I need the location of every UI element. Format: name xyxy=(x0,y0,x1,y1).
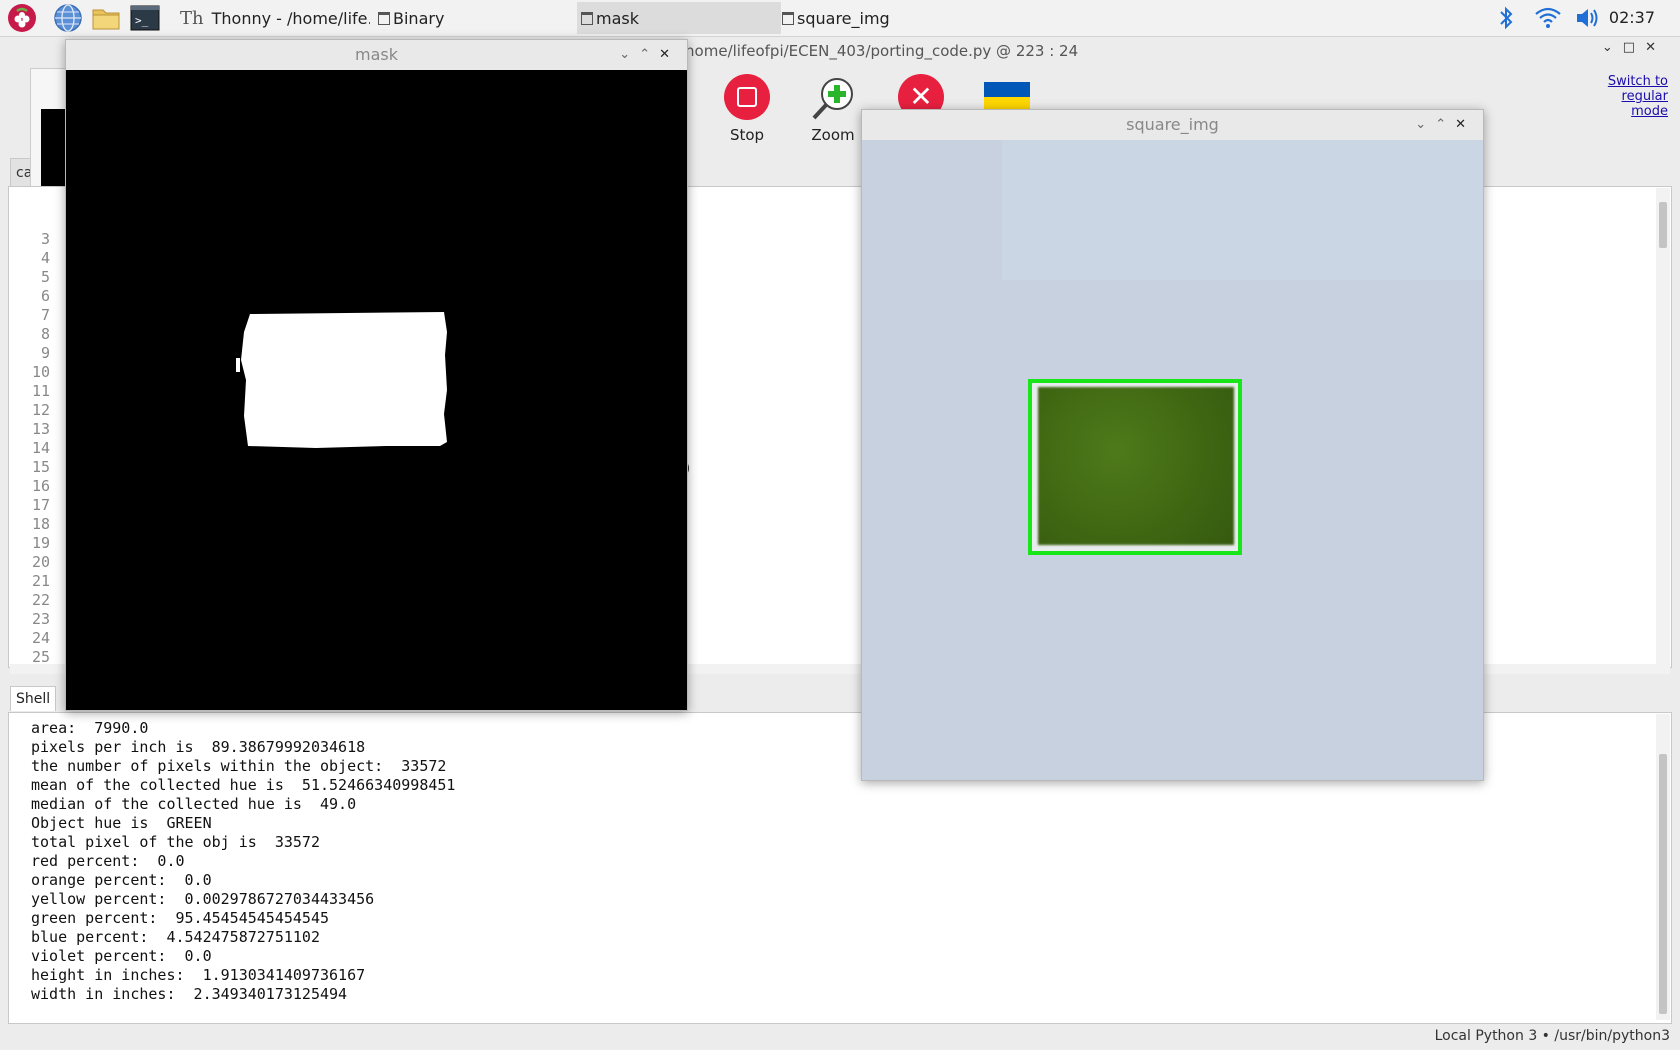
window-icon xyxy=(378,11,390,25)
line-number-gutter: 3 4 5 6 7 8 9 10 11 12 13 14 15 16 17 18 19 20 21 22 23 24 25 xyxy=(30,230,50,667)
task-label: mask xyxy=(596,8,639,28)
shell-line: area: 7990.0 xyxy=(31,719,149,737)
task-binary[interactable]: Binary xyxy=(378,2,568,34)
line-number: 12 xyxy=(31,401,50,419)
line-number: 21 xyxy=(31,572,50,590)
line-number: 19 xyxy=(31,534,50,552)
line-number: 5 xyxy=(40,268,50,286)
maximize-icon[interactable]: □ xyxy=(1623,40,1645,55)
square-img-window[interactable]: square_img ⌄⌃✕ xyxy=(861,109,1484,781)
square-img-window-titlebar[interactable]: square_img ⌄⌃✕ xyxy=(862,110,1483,140)
task-square-img[interactable]: square_img xyxy=(782,2,982,34)
line-number: 11 xyxy=(31,382,50,400)
web-browser-icon[interactable] xyxy=(53,3,83,33)
task-mask[interactable]: mask xyxy=(577,2,781,34)
task-label: Binary xyxy=(393,8,445,28)
thonny-window-controls[interactable]: ⌄□✕ xyxy=(1602,40,1666,55)
line-number: 4 xyxy=(40,249,50,267)
scrollbar-thumb[interactable] xyxy=(1659,202,1667,248)
maximize-icon[interactable]: ⌃ xyxy=(1435,117,1455,132)
task-thonny[interactable]: Th Thonny - /home/life... xyxy=(180,2,370,34)
line-number: 13 xyxy=(31,420,50,438)
minimize-icon[interactable]: ⌄ xyxy=(1415,117,1435,132)
stop-button[interactable]: Stop xyxy=(712,74,782,144)
thonny-window-title: /home/lifeofpi/ECEN_403/porting_code.py … xyxy=(680,42,1079,60)
window-icon xyxy=(581,11,593,25)
close-icon[interactable]: ✕ xyxy=(1645,40,1666,55)
mask-window-title: mask xyxy=(355,45,398,64)
detected-object-box xyxy=(1028,379,1242,555)
taskbar: >_ Th Thonny - /home/life... Binary mask… xyxy=(0,0,1680,37)
shell-line: Object hue is GREEN xyxy=(31,814,212,832)
zoom-button[interactable]: Zoom xyxy=(798,74,868,144)
editor-vertical-scrollbar[interactable] xyxy=(1656,188,1670,664)
minimize-icon[interactable]: ⌄ xyxy=(619,47,639,62)
interpreter-status[interactable]: Local Python 3 • /usr/bin/python3 xyxy=(1435,1028,1670,1044)
task-label: square_img xyxy=(797,8,890,28)
square-image xyxy=(862,140,1483,780)
mask-window-titlebar[interactable]: mask ⌄⌃✕ xyxy=(66,40,687,70)
task-label: Thonny - /home/life... xyxy=(211,8,370,28)
line-number: 3 xyxy=(40,230,50,248)
stop-icon xyxy=(724,74,770,120)
line-number: 8 xyxy=(40,325,50,343)
shell-tab[interactable]: Shell xyxy=(10,686,57,711)
file-manager-icon[interactable] xyxy=(91,3,121,33)
raspberry-menu-icon[interactable] xyxy=(7,3,37,33)
line-number: 9 xyxy=(40,344,50,362)
shell-line: blue percent: 4.542475872751102 xyxy=(31,928,320,946)
shell-line: red percent: 0.0 xyxy=(31,852,185,870)
shell-line: total pixel of the obj is 33572 xyxy=(31,833,320,851)
mask-window[interactable]: mask ⌄⌃✕ xyxy=(65,39,688,711)
shell-line: median of the collected hue is 49.0 xyxy=(31,795,357,813)
stop-label: Stop xyxy=(729,126,765,144)
window-icon xyxy=(782,11,794,25)
zoom-icon xyxy=(812,78,853,120)
minimize-icon[interactable]: ⌄ xyxy=(1602,40,1623,55)
svg-text:>_: >_ xyxy=(135,14,149,27)
shell-line: orange percent: 0.0 xyxy=(31,871,212,889)
mask-image xyxy=(66,70,687,710)
line-number: 20 xyxy=(31,553,50,571)
switch-mode-link[interactable]: Switch to regular mode xyxy=(1588,74,1668,119)
wifi-icon[interactable] xyxy=(1533,5,1563,31)
line-number: 10 xyxy=(31,363,50,381)
maximize-icon[interactable]: ⌃ xyxy=(639,47,659,62)
shell-line: pixels per inch is 89.38679992034618 xyxy=(31,738,366,756)
volume-icon[interactable] xyxy=(1574,5,1604,31)
close-icon[interactable]: ✕ xyxy=(1455,117,1475,132)
line-number: 14 xyxy=(31,439,50,457)
shell-line: yellow percent: 0.0029786727034433456 xyxy=(31,890,375,908)
clock[interactable]: 02:37 xyxy=(1609,8,1655,27)
thonny-icon: Th xyxy=(180,7,204,29)
line-number: 7 xyxy=(40,306,50,324)
square-img-window-title: square_img xyxy=(1126,115,1219,134)
shell-line: height in inches: 1.9130341409736167 xyxy=(31,966,366,984)
line-number: 17 xyxy=(31,496,50,514)
shell-line: width in inches: 2.349340173125494 xyxy=(31,985,348,1003)
close-icon[interactable]: ✕ xyxy=(659,47,679,62)
line-number: 6 xyxy=(40,287,50,305)
shell-line: the number of pixels within the object: … xyxy=(31,757,447,775)
shell-line: green percent: 95.45454545454545 xyxy=(31,909,330,927)
image-background-patch xyxy=(1002,140,1483,280)
ukraine-flag-icon[interactable] xyxy=(984,82,1030,112)
shell-line: violet percent: 0.0 xyxy=(31,947,212,965)
line-number: 16 xyxy=(31,477,50,495)
bluetooth-icon[interactable] xyxy=(1496,5,1516,31)
line-number: 15 xyxy=(31,458,50,476)
green-square-object xyxy=(1038,387,1234,545)
mask-white-blob xyxy=(236,312,447,448)
line-number: 18 xyxy=(31,515,50,533)
line-number: 24 xyxy=(31,629,50,647)
line-number: 22 xyxy=(31,591,50,609)
shell-line: mean of the collected hue is 51.52466340… xyxy=(31,776,456,794)
shell-output: area: 7990.0 pixels per inch is 89.386799… xyxy=(31,719,455,1004)
scrollbar-thumb[interactable] xyxy=(1659,754,1667,1014)
line-number: 23 xyxy=(31,610,50,628)
zoom-label: Zoom xyxy=(811,126,855,144)
terminal-icon[interactable]: >_ xyxy=(130,3,160,33)
shell-vertical-scrollbar[interactable] xyxy=(1656,714,1670,1020)
